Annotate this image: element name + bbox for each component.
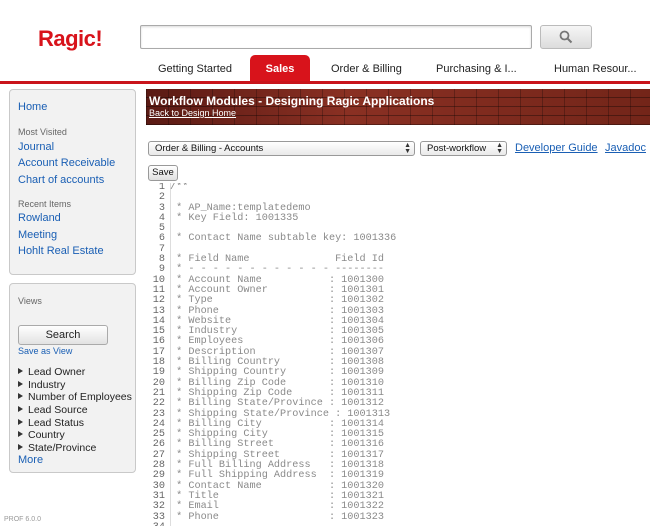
- filters-more-link[interactable]: More: [18, 454, 43, 466]
- code-text: * Key Field: 1001335: [170, 212, 299, 224]
- recent-item-meeting[interactable]: Meeting: [18, 229, 57, 241]
- code-line: 6 * Contact Name subtable key: 1001336: [148, 233, 650, 245]
- page-banner: Workflow Modules - Designing Ragic Appli…: [146, 89, 650, 125]
- sidebar-nav-box: Home Most Visited Journal Account Receiv…: [9, 89, 136, 275]
- expand-arrow-icon: [18, 393, 23, 399]
- sheet-select[interactable]: Order & Billing - Accounts ▲ ▼: [148, 141, 415, 156]
- expand-arrow-icon: [18, 406, 23, 412]
- code-editor[interactable]: 1/** 2 3 * AP_Name:templatedemo 4 * Key Fie…: [148, 183, 650, 526]
- sidebar-views-box: Views Search Save as View Lead Owner Ind…: [9, 283, 136, 473]
- code-text: /**: [170, 183, 189, 193]
- views-search-button[interactable]: Search: [18, 325, 108, 345]
- most-visited-chart-of-accounts[interactable]: Chart of accounts: [18, 174, 104, 186]
- expand-arrow-icon: [18, 381, 23, 387]
- tab-purchasing[interactable]: Purchasing & I...: [436, 55, 516, 81]
- save-button[interactable]: Save: [148, 165, 178, 181]
- code-text: * Phone : 1001323: [170, 511, 384, 523]
- expand-arrow-icon: [18, 431, 23, 437]
- recent-item-rowland[interactable]: Rowland: [18, 212, 61, 224]
- expand-arrow-icon: [18, 419, 23, 425]
- tab-human-resources[interactable]: Human Resour...: [554, 55, 644, 81]
- filter-country[interactable]: Country: [18, 429, 65, 441]
- filter-lead-status[interactable]: Lead Status: [18, 417, 84, 429]
- tab-bar: Getting Started Sales Order & Billing Pu…: [0, 55, 650, 81]
- code-line: 4 * Key Field: 1001335: [148, 212, 650, 224]
- filter-number-of-employees[interactable]: Number of Employees: [18, 391, 132, 403]
- line-number: 22: [152, 398, 165, 410]
- line-number: 32: [152, 501, 165, 513]
- tab-underline: [0, 81, 650, 84]
- views-heading: Views: [18, 296, 42, 306]
- select-arrows-icon: ▲ ▼: [496, 142, 503, 155]
- code-text: * Contact Name subtable key: 1001336: [170, 233, 397, 245]
- expand-arrow-icon: [18, 444, 23, 450]
- search-button[interactable]: [540, 25, 592, 49]
- back-to-design-home-link[interactable]: Back to Design Home: [149, 108, 236, 118]
- recent-item-hohlt-real-estate[interactable]: Hohlt Real Estate: [18, 245, 104, 257]
- most-visited-heading: Most Visited: [18, 127, 67, 137]
- filter-lead-source[interactable]: Lead Source: [18, 404, 88, 416]
- tab-sales[interactable]: Sales: [250, 55, 310, 81]
- recent-items-heading: Recent Items: [18, 199, 72, 209]
- expand-arrow-icon: [18, 368, 23, 374]
- save-as-view-link[interactable]: Save as View: [18, 346, 72, 356]
- search-input[interactable]: [140, 25, 532, 49]
- tab-order-billing[interactable]: Order & Billing: [331, 55, 411, 81]
- select-arrows-icon: ▲ ▼: [404, 142, 411, 155]
- javadoc-link[interactable]: Javadoc: [605, 142, 646, 154]
- page-title: Workflow Modules - Designing Ragic Appli…: [149, 94, 435, 108]
- code-line: 1/**: [148, 183, 650, 193]
- filter-state-province[interactable]: State/Province: [18, 442, 96, 454]
- sidebar-home-link[interactable]: Home: [18, 101, 47, 113]
- developer-guide-link[interactable]: Developer Guide: [515, 142, 598, 154]
- filter-industry[interactable]: Industry: [18, 379, 65, 391]
- most-visited-journal[interactable]: Journal: [18, 141, 54, 153]
- code-line: 33 * Phone : 1001323: [148, 511, 650, 523]
- filter-lead-owner[interactable]: Lead Owner: [18, 366, 85, 378]
- tab-getting-started[interactable]: Getting Started: [158, 55, 238, 81]
- most-visited-account-receivable[interactable]: Account Receivable: [18, 157, 115, 169]
- workflow-select[interactable]: Post-workflow ▲ ▼: [420, 141, 507, 156]
- ragic-logo[interactable]: Ragic!: [38, 26, 103, 52]
- magnifier-icon: [559, 30, 573, 44]
- version-label: PROF 6.0.0: [4, 516, 41, 523]
